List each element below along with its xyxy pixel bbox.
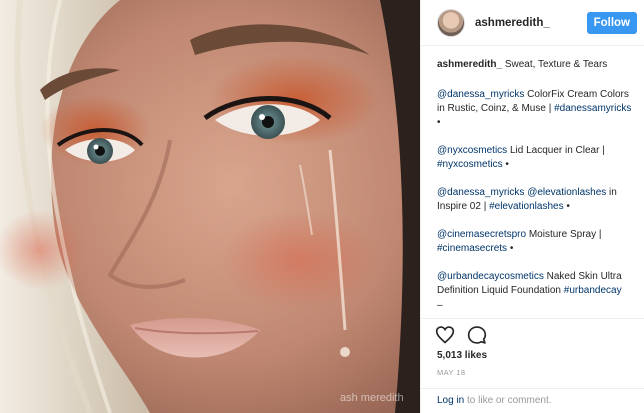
login-prompt: Log in to like or comment. [421,388,644,413]
hashtag-link[interactable]: #cinemasecrets [437,243,507,254]
heart-icon[interactable] [435,325,455,345]
action-icons [435,325,487,345]
mention-link[interactable]: @nyxcosmetics [437,145,507,156]
hashtag-link[interactable]: #elevationlashes [489,201,564,212]
mention-link[interactable]: @danessa_myricks [437,89,524,100]
hashtag-link[interactable]: #nyxcosmetics [437,159,503,170]
like-count[interactable]: 5,013 likes [437,350,487,361]
bullet: • [509,243,514,254]
post-sidebar: ashmeredith_ Follow ashmeredith_ Sweat, … [420,0,644,413]
login-link[interactable]: Log in [437,395,464,406]
bullet: • [566,201,570,212]
hashtag-link[interactable]: #danessamyricks [554,103,631,114]
list-item: @cinemasecretspro Moisture Spray | #cine… [437,228,637,256]
list-item: @danessa_myricks @elevationlashes in Ins… [437,186,637,214]
photo-watermark: ash meredith [340,392,404,404]
caption: ashmeredith_ Sweat, Texture & Tears [437,58,637,72]
list-item: @urbandecaycosmetics Naked Skin Ultra De… [437,270,637,298]
post-date: MAY 18 [437,368,466,377]
post-photo[interactable]: ash meredith [0,0,420,413]
caption-username[interactable]: ashmeredith_ [437,59,502,70]
login-text: to like or comment. [464,395,552,406]
comment-text: Lid Lacquer in Clear | [507,145,605,156]
bullet: • [437,117,441,128]
comments-list: ashmeredith_ Sweat, Texture & Tears @dan… [437,58,637,312]
mention-link[interactable]: @elevationlashes [527,187,606,198]
follow-button[interactable]: Follow [586,11,637,34]
mention-link[interactable]: @urbandecaycosmetics [437,271,544,282]
header-username[interactable]: ashmeredith_ [475,17,550,29]
hashtag-link[interactable]: #urbandecay [564,285,622,296]
mention-link[interactable]: @cinemasecretspro [437,229,526,240]
comment-text: Moisture Spray | [526,229,602,240]
avatar[interactable] [437,8,465,37]
portrait-illustration [0,0,420,413]
mention-link[interactable]: @danessa_myricks [437,187,524,198]
list-item: @danessa_myricks ColorFix Cream Colors i… [437,88,637,130]
caption-divider: – [437,300,443,311]
comment-icon[interactable] [467,325,487,345]
instagram-post: ash meredith ashmeredith_ Follow ashmere… [0,0,644,413]
caption-text: Sweat, Texture & Tears [504,59,608,70]
list-item: @nyxcosmetics Lid Lacquer in Clear | #ny… [437,144,637,172]
bullet: • [505,159,509,170]
post-header: ashmeredith_ Follow [421,0,644,46]
